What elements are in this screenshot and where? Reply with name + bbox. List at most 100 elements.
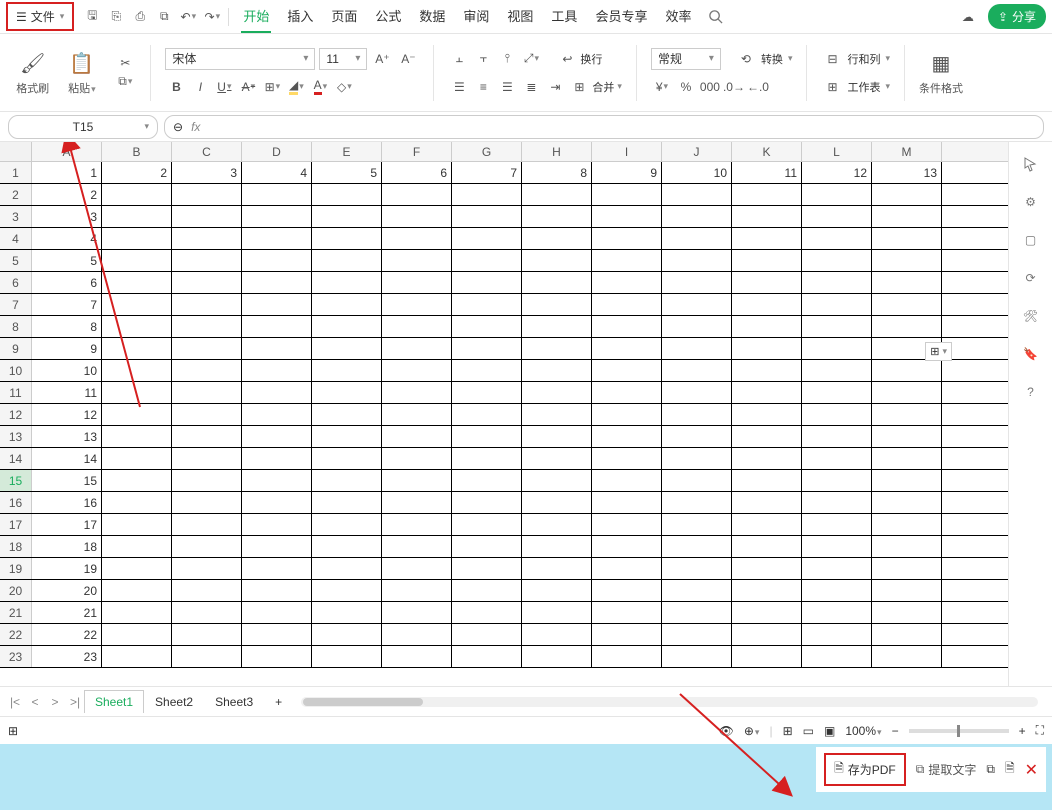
cell[interactable]	[592, 646, 662, 667]
redo-icon[interactable]: ↷▾	[200, 5, 224, 29]
cell[interactable]	[732, 404, 802, 425]
cell[interactable]	[452, 580, 522, 601]
cell[interactable]	[872, 646, 942, 667]
column-header-G[interactable]: G	[452, 142, 522, 161]
cell[interactable]	[522, 228, 592, 249]
tab-insert[interactable]: 插入	[285, 0, 315, 33]
cell[interactable]: 7	[32, 294, 102, 315]
select-all-corner[interactable]	[0, 142, 32, 161]
cell[interactable]	[872, 316, 942, 337]
border-button[interactable]: ⊞▾	[261, 76, 283, 98]
cell[interactable]	[452, 404, 522, 425]
zoom-in-button[interactable]: +	[1019, 724, 1026, 738]
cell[interactable]	[312, 426, 382, 447]
cell[interactable]	[522, 492, 592, 513]
cell[interactable]: 11	[732, 162, 802, 183]
row-header[interactable]: 5	[0, 250, 32, 271]
cell[interactable]	[662, 602, 732, 623]
cell[interactable]	[802, 404, 872, 425]
cell[interactable]	[592, 448, 662, 469]
cell[interactable]	[662, 448, 732, 469]
cell[interactable]	[172, 228, 242, 249]
sheet-tab-3[interactable]: Sheet3	[204, 690, 264, 714]
cell[interactable]	[102, 184, 172, 205]
name-box[interactable]: T15	[8, 115, 158, 139]
tools-icon[interactable]: 🛠	[1019, 304, 1043, 328]
font-color-button[interactable]: A▾	[309, 76, 331, 98]
add-sheet-button[interactable]: +	[264, 690, 293, 714]
cell[interactable]	[172, 558, 242, 579]
cell[interactable]	[102, 624, 172, 645]
cell[interactable]	[102, 294, 172, 315]
cell[interactable]	[452, 602, 522, 623]
cell[interactable]: 10	[662, 162, 732, 183]
row-header[interactable]: 17	[0, 514, 32, 535]
cell[interactable]	[382, 316, 452, 337]
cell[interactable]	[172, 426, 242, 447]
cell[interactable]: 22	[32, 624, 102, 645]
extract-text-button[interactable]: ⧉ 提取文字	[916, 761, 977, 778]
cell[interactable]: 3	[32, 206, 102, 227]
column-header-K[interactable]: K	[732, 142, 802, 161]
row-header[interactable]: 6	[0, 272, 32, 293]
cell[interactable]	[382, 514, 452, 535]
cell[interactable]	[172, 360, 242, 381]
cell[interactable]: 2	[102, 162, 172, 183]
help-icon[interactable]: ?	[1019, 380, 1043, 404]
cell[interactable]	[242, 404, 312, 425]
cell[interactable]	[592, 272, 662, 293]
cell[interactable]	[732, 536, 802, 557]
cell[interactable]	[872, 536, 942, 557]
cell[interactable]	[872, 470, 942, 491]
cell[interactable]: 12	[32, 404, 102, 425]
cell[interactable]	[802, 184, 872, 205]
cell[interactable]	[872, 404, 942, 425]
cell[interactable]	[102, 514, 172, 535]
cell[interactable]	[592, 404, 662, 425]
cell[interactable]	[382, 536, 452, 557]
cell[interactable]	[242, 360, 312, 381]
cell[interactable]	[662, 492, 732, 513]
row-header[interactable]: 10	[0, 360, 32, 381]
decrease-font-icon[interactable]: A⁻	[397, 48, 419, 70]
cell[interactable]	[242, 206, 312, 227]
cell[interactable]	[522, 470, 592, 491]
cell[interactable]: 8	[32, 316, 102, 337]
cell[interactable]	[172, 382, 242, 403]
cell[interactable]	[102, 404, 172, 425]
cell[interactable]: 18	[32, 536, 102, 557]
row-header[interactable]: 22	[0, 624, 32, 645]
cell[interactable]	[522, 294, 592, 315]
cell[interactable]	[172, 602, 242, 623]
cell[interactable]	[242, 624, 312, 645]
cut-icon[interactable]: ✂	[116, 54, 134, 72]
fill-color-button[interactable]: ◢▾	[285, 76, 307, 98]
cell[interactable]	[172, 250, 242, 271]
row-header[interactable]: 7	[0, 294, 32, 315]
cond-format-icon[interactable]: ▦	[928, 49, 955, 78]
cell[interactable]	[802, 294, 872, 315]
row-header[interactable]: 8	[0, 316, 32, 337]
cell[interactable]	[872, 624, 942, 645]
paste-options-popup[interactable]: ⊞▾	[925, 342, 952, 361]
fullscreen-icon[interactable]: ⛶	[1036, 723, 1044, 738]
cell[interactable]	[312, 492, 382, 513]
sheet-tab-2[interactable]: Sheet2	[144, 690, 204, 714]
zoom-out-button[interactable]: −	[892, 724, 899, 738]
cell[interactable]	[452, 316, 522, 337]
tab-view[interactable]: 视图	[505, 0, 535, 33]
cell[interactable]	[452, 470, 522, 491]
cell[interactable]	[592, 492, 662, 513]
formula-input[interactable]: ⊖ fx	[164, 115, 1044, 139]
save-icon[interactable]: 🖫	[80, 5, 104, 29]
cell[interactable]	[242, 250, 312, 271]
zoom-out-icon[interactable]: ⊖	[173, 120, 183, 134]
cell[interactable]	[382, 602, 452, 623]
row-header[interactable]: 20	[0, 580, 32, 601]
cell[interactable]: 5	[312, 162, 382, 183]
cell[interactable]	[732, 426, 802, 447]
cell[interactable]	[382, 558, 452, 579]
cell[interactable]: 17	[32, 514, 102, 535]
cell[interactable]	[802, 492, 872, 513]
cell[interactable]: 7	[452, 162, 522, 183]
